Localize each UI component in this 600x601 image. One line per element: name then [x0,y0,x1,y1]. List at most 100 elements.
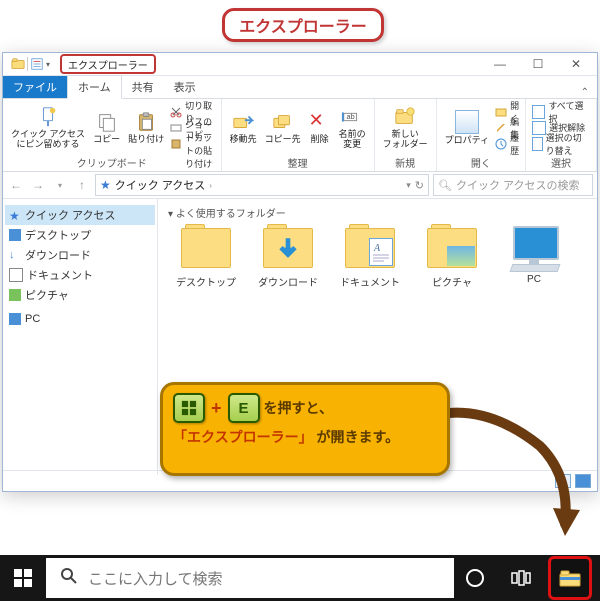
frequent-folders-header[interactable]: ▾ よく使用するフォルダー [168,205,587,220]
taskbar-icons [456,556,600,600]
qat-folder-icon[interactable] [11,57,25,71]
select-all-button[interactable]: すべて選択 [532,104,590,119]
move-to-button[interactable]: 移動先 [228,111,259,145]
folder-item-desktop[interactable]: デスクトップ [168,224,244,289]
window-controls: — ☐ ✕ [489,57,593,71]
invert-selection-label: 選択の切り替え [546,131,590,157]
task-view-button[interactable] [502,559,540,597]
paste-shortcut-button[interactable]: ショートカットの貼り付け [170,136,214,151]
copy-to-label: コピー先 [265,135,301,145]
group-select-label: 選択 [532,154,590,170]
qat-dropdown-icon[interactable]: ▾ [46,60,50,69]
move-to-label: 移動先 [230,135,257,145]
folder-item-pictures[interactable]: ピクチャ [414,224,490,289]
nav-documents[interactable]: ドキュメント [5,265,155,285]
tip-highlight: 「エクスプローラー」 [173,429,313,445]
nav-desktop[interactable]: デスクトップ [5,225,155,245]
window-title: エクスプローラー [60,54,156,74]
back-button[interactable]: ← [7,176,25,194]
search-icon [60,567,78,589]
forward-button[interactable]: → [29,176,47,194]
quick-access-toolbar: ▾ [7,55,54,73]
properties-icon [455,110,479,134]
copy-button[interactable]: コピー [91,111,122,145]
rename-button[interactable]: ab名前の 変更 [337,106,368,150]
ribbon-collapse-icon[interactable]: ⌃ [573,87,597,98]
copy-to-button[interactable]: コピー先 [263,111,303,145]
paste-shortcut-icon [170,138,182,150]
history-dropdown[interactable]: ▾ [51,176,69,194]
delete-label: 削除 [311,135,329,145]
tab-view[interactable]: 表示 [164,76,206,98]
nav-label: ダウンロード [25,247,91,263]
properties-label: プロパティ [445,136,489,146]
address-location: クイック アクセス [115,177,206,193]
cortana-button[interactable] [456,559,494,597]
ribbon-group-organize: 移動先 コピー先 ✕削除 ab名前の 変更 整理 [222,99,375,171]
up-button[interactable]: ↑ [73,176,91,194]
tip-text1: を押すと、 [264,398,333,418]
windows-logo-icon [14,569,32,587]
delete-button[interactable]: ✕ 削除 [307,111,333,145]
item-caption: デスクトップ [176,274,236,289]
invert-selection-icon [532,137,542,151]
taskbar-search[interactable]: ここに入力して検索 [46,558,454,598]
taskbar-explorer-button[interactable] [548,556,592,600]
copy-label: コピー [93,135,120,145]
history-label: 履歴 [510,131,519,157]
e-key: E [228,393,260,423]
download-arrow-icon [274,235,302,266]
invert-selection-button[interactable]: 選択の切り替え [532,136,590,151]
minimize-button[interactable]: — [489,57,511,71]
tab-home[interactable]: ホーム [67,75,122,99]
new-folder-icon [394,106,416,128]
new-folder-label: 新しい フォルダー [383,130,428,150]
group-clipboard-label: クリップボード [9,154,215,170]
taskbar-search-placeholder: ここに入力して検索 [88,568,223,589]
ribbon-group-clipboard: クイック アクセス にピン留めする コピー 貼り付け 切り取り パスのコピー シ… [3,99,222,171]
address-dropdown-icon[interactable]: ▾ [406,180,411,191]
delete-icon: ✕ [309,111,331,133]
move-to-icon [232,111,254,133]
nav-label: ドキュメント [27,267,93,283]
tab-file[interactable]: ファイル [3,76,67,98]
nav-pc[interactable]: PC [5,311,155,327]
nav-quick-access[interactable]: ★クイック アクセス [5,205,155,225]
maximize-button[interactable]: ☐ [527,57,549,71]
folder-item-downloads[interactable]: ダウンロード [250,224,326,289]
svg-text:ab: ab [347,111,355,120]
folder-grid: デスクトップ ダウンロード A ドキュメント ピクチャ [168,224,587,289]
item-caption: PC [527,274,541,285]
pin-to-quick-access-button[interactable]: クイック アクセス にピン留めする [9,106,87,150]
qat-properties-icon[interactable] [30,57,44,71]
item-caption: ピクチャ [432,274,472,289]
ribbon-group-new: 新しい フォルダー 新規 [375,99,437,171]
search-input[interactable]: 🔍︎ クイック アクセスの検索 [433,174,593,196]
item-caption: ダウンロード [258,274,318,289]
nav-downloads[interactable]: ↓ダウンロード [5,245,155,265]
address-input[interactable]: ★ クイック アクセス › ▾ ↻ [95,174,429,196]
select-none-icon [532,121,546,135]
frequent-folders-label: よく使用するフォルダー [176,209,286,220]
paste-button[interactable]: 貼り付け [126,111,166,145]
address-arrow-icon: › [209,181,212,190]
properties-button[interactable]: プロパティ [443,110,491,146]
close-button[interactable]: ✕ [565,57,587,71]
svg-text:A: A [373,243,381,254]
tab-share[interactable]: 共有 [122,76,164,98]
folder-item-pc[interactable]: PC [496,224,572,289]
paste-label: 貼り付け [128,135,164,145]
scissors-icon [170,106,182,118]
qat-separator-icon [27,57,28,71]
history-button[interactable]: 履歴 [495,136,519,151]
nav-pictures[interactable]: ピクチャ [5,285,155,305]
pc-icon [9,313,21,325]
ribbon-group-select: すべて選択 選択解除 選択の切り替え 選択 [526,99,597,171]
open-icon [495,106,507,118]
search-placeholder: クイック アクセスの検索 [456,177,580,193]
start-button[interactable] [0,555,46,601]
refresh-icon[interactable]: ↻ [415,179,424,192]
folder-item-documents[interactable]: A ドキュメント [332,224,408,289]
new-folder-button[interactable]: 新しい フォルダー [381,106,430,150]
tip-text-row2: 「エクスプローラー」 が開きます。 [173,427,437,447]
